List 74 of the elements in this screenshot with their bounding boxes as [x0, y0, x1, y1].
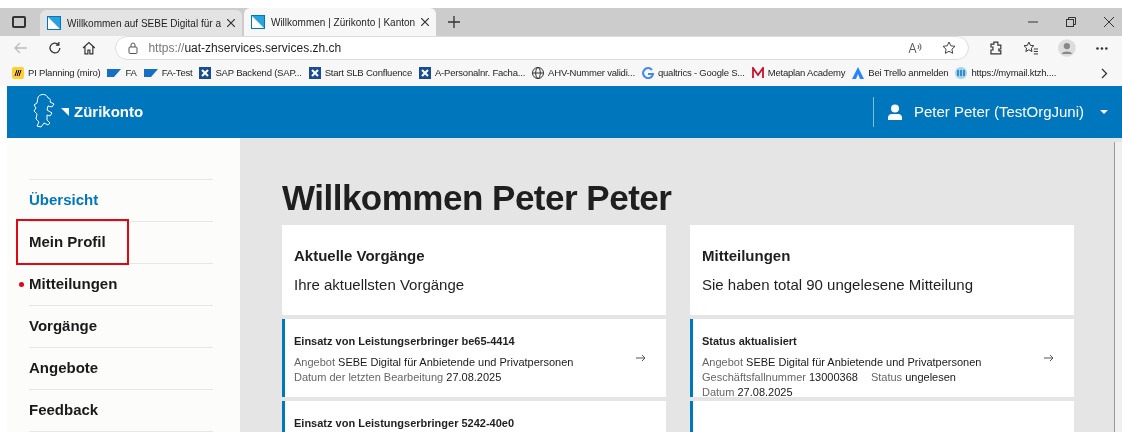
item-title: Einsatz von Leistungserbringer be65-4414 — [294, 334, 516, 349]
close-icon[interactable] — [226, 19, 235, 27]
section-heading: Aktuelle Vorgänge — [294, 246, 426, 266]
browser-tab[interactable]: Willkommen auf SEBE Digital für a — [40, 10, 242, 36]
google-icon — [641, 67, 654, 79]
item-detail: Angebot SEBE Digital für Anbietende und Privatpersonen — [294, 354, 574, 370]
sidebar-link[interactable]: Angebote — [29, 357, 99, 380]
arrow-right-icon — [1044, 354, 1054, 362]
lock-icon — [128, 42, 139, 54]
site-icon — [250, 15, 265, 29]
sidebar-link[interactable]: Mein Profil — [29, 231, 106, 254]
section-heading: Mitteilungen — [702, 246, 792, 266]
user-menu[interactable]: Peter Peter (TestOrgJuni) — [913, 100, 1108, 124]
item-detail: Geschäftsfallnummer 13000368 — [702, 369, 858, 385]
profile-icon[interactable] — [1058, 39, 1077, 57]
bookmark[interactable]: FA — [107, 65, 137, 81]
url-text: https://uat-zhservices.services.zh.ch — [148, 40, 343, 57]
bookmark[interactable]: Start SLB Confluence — [308, 65, 412, 81]
arrow-right-icon — [636, 354, 646, 362]
extensions-icon[interactable] — [988, 41, 1003, 55]
bookmark[interactable]: SAP Backend (SAP... — [199, 65, 302, 81]
item-detail: Angebot SEBE Digital für Anbietende und Privatpersonen — [702, 354, 982, 370]
bookmark[interactable]: Bei Trello anmelden — [852, 65, 949, 81]
home-icon[interactable] — [81, 41, 96, 55]
sap-logo-icon — [143, 69, 158, 77]
sidebar-link[interactable]: Übersicht — [29, 189, 99, 212]
globe-icon — [532, 67, 545, 79]
user-icon — [887, 104, 902, 120]
item-title: Einsatz von Leistungserbringer 5242-40e0 — [294, 416, 516, 431]
page-title: Willkommen Peter Peter — [282, 178, 673, 218]
bookmark[interactable]: https://mymail.ktzh.... — [955, 65, 1057, 81]
brand-name[interactable]: Zürikonto — [74, 100, 144, 124]
confluence-icon — [419, 67, 431, 79]
bookmark[interactable]: AHV-Nummer validi... — [532, 65, 635, 81]
item-detail: Datum der letzten Bearbeitung 27.08.2025 — [294, 369, 502, 385]
bookmark[interactable]: Metaplan Academy — [751, 65, 846, 81]
item-title: Status aktualisiert — [702, 334, 798, 349]
m-logo-icon — [751, 67, 764, 79]
tab-actions-icon[interactable] — [12, 16, 26, 28]
triangle-logo-icon — [852, 67, 865, 79]
confluence-icon — [199, 67, 212, 79]
restore-icon[interactable] — [1066, 17, 1076, 27]
bookmark[interactable]: PI Planning (miro) — [12, 65, 101, 81]
item-card[interactable]: Einsatz von Leistungserbringer 5242-40e0 — [282, 401, 666, 432]
confluence-icon — [308, 67, 321, 79]
favorites-icon[interactable] — [1022, 41, 1039, 55]
section-subheading: Sie haben total 90 ungelesene Mitteilung — [702, 274, 975, 295]
site-icon — [47, 16, 61, 30]
item-card[interactable]: Einsatz von Leistungserbringer be65-4414 Angebot SEBE Digital für Anbietende und Privatpersonen Datum der letzten Bearbeitung 27.08.2025 — [282, 319, 666, 397]
new-tab-icon[interactable] — [448, 16, 461, 28]
star-icon[interactable] — [941, 41, 956, 55]
close-icon[interactable] — [421, 18, 430, 26]
section-subheading: Ihre aktuellsten Vorgänge — [294, 274, 466, 295]
bookmark[interactable]: FA-Test — [143, 65, 193, 81]
item-detail: Status ungelesen — [870, 369, 956, 385]
sap-logo-icon — [107, 69, 122, 77]
close-icon[interactable] — [1104, 17, 1114, 27]
sidebar-link[interactable]: Mitteilungen — [29, 273, 118, 296]
bookmark[interactable]: qualtrics - Google S... — [641, 65, 745, 81]
chevron-right-icon[interactable] — [1101, 67, 1108, 79]
canton-flag-icon — [61, 108, 69, 116]
more-icon[interactable] — [1096, 46, 1109, 50]
read-aloud-icon[interactable] — [907, 42, 922, 54]
caret-icon — [1100, 110, 1108, 114]
browser-tab[interactable]: Willkommen | Zürikonto | Kanton — [243, 8, 437, 36]
sidebar-link[interactable]: Feedback — [29, 399, 99, 422]
item-detail: Datum 27.08.2025 — [702, 384, 793, 400]
item-card[interactable]: Status aktualisiert Angebot SEBE Digital für Anbietende und Privatpersonen Geschäftsfallnummer 13000368 Status ungelesen Datum 27.08.2025 — [690, 319, 1074, 397]
bookmark[interactable]: A-Personalnr. Facha... — [419, 65, 526, 81]
miro-icon — [12, 67, 24, 79]
address-bar[interactable]: https://uat-zhservices.services.zh.ch — [115, 36, 969, 60]
reload-icon[interactable] — [47, 41, 62, 55]
sidebar-link[interactable]: Vorgänge — [29, 315, 98, 338]
mail-logo-icon — [955, 67, 968, 79]
